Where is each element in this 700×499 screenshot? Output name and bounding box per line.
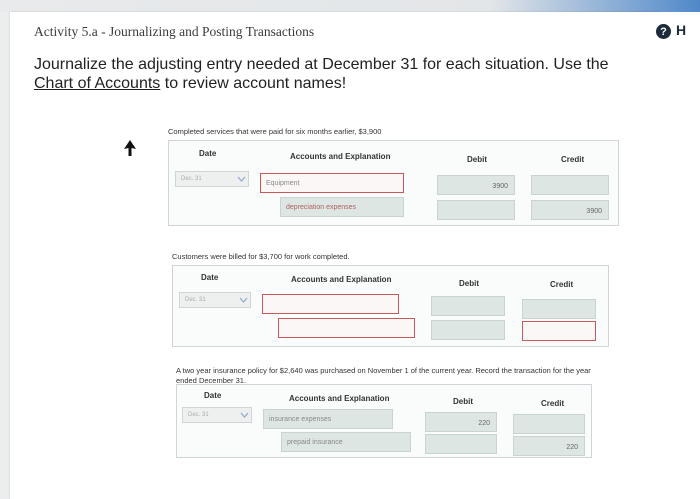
journal-table-1: Date Accounts and Explanation Debit Cred… <box>168 140 619 226</box>
credit-header: Credit <box>561 155 585 164</box>
credit-input[interactable]: 3900 <box>531 200 609 220</box>
credit-header: Credit <box>550 280 574 289</box>
date-value: Dec. 31 <box>181 176 202 182</box>
debit-input[interactable] <box>431 320 505 340</box>
instructions: Journalize the adjusting entry needed at… <box>34 55 634 93</box>
account-input[interactable]: depreciation expenses <box>280 197 404 217</box>
instruction-end: to review account names! <box>160 75 347 92</box>
activity-title: Activity 5.a - Journalizing and Posting … <box>34 24 315 39</box>
accounts-header: Accounts and Explanation <box>291 275 392 284</box>
journal-table-2: Date Accounts and Explanation Debit Cred… <box>172 265 609 347</box>
date-select[interactable]: Dec. 31 <box>175 171 249 187</box>
right-panel <box>660 12 700 499</box>
debit-input[interactable]: 220 <box>425 412 497 432</box>
account-value: depreciation expenses <box>286 204 357 211</box>
account-input[interactable]: insurance expenses <box>263 409 393 429</box>
situation-1-description: Completed services that were paid for si… <box>168 127 382 136</box>
credit-header: Credit <box>541 399 565 408</box>
debit-header: Debit <box>453 397 473 406</box>
situation-2-description: Customers were billed for $3,700 for wor… <box>172 252 350 261</box>
debit-input[interactable] <box>425 434 497 454</box>
credit-input[interactable] <box>531 175 609 195</box>
mouse-cursor-icon <box>124 140 136 156</box>
date-header: Date <box>199 149 217 158</box>
account-input[interactable] <box>262 294 399 314</box>
credit-input[interactable]: 220 <box>513 436 585 456</box>
account-value: Equipment <box>266 180 300 187</box>
credit-input[interactable] <box>522 321 596 341</box>
date-header: Date <box>204 391 222 400</box>
situation-3-description: A two year insurance policy for $2,640 w… <box>176 366 591 385</box>
debit-value: 3900 <box>492 183 508 190</box>
help-label[interactable]: H <box>676 22 686 38</box>
chevron-down-icon <box>236 408 252 422</box>
debit-header: Debit <box>467 155 487 164</box>
debit-input[interactable] <box>437 200 515 220</box>
account-input[interactable] <box>278 318 415 338</box>
debit-header: Debit <box>459 279 479 288</box>
date-header: Date <box>201 273 219 282</box>
credit-value: 220 <box>566 444 578 451</box>
credit-input[interactable] <box>522 299 596 319</box>
credit-value: 3900 <box>586 208 602 215</box>
debit-value: 220 <box>478 420 490 427</box>
journal-table-3: Date Accounts and Explanation Debit Cred… <box>176 384 592 458</box>
debit-input[interactable] <box>431 296 505 316</box>
date-select[interactable]: Dec. 31 <box>179 292 251 308</box>
chart-of-accounts-link[interactable]: Chart of Accounts <box>34 75 160 92</box>
account-input[interactable]: Equipment <box>260 173 404 193</box>
chevron-down-icon <box>233 172 249 186</box>
accounts-header: Accounts and Explanation <box>289 394 390 403</box>
credit-input[interactable] <box>513 414 585 434</box>
date-value: Dec. 31 <box>188 412 209 418</box>
browser-top-band <box>0 0 700 12</box>
instruction-text: Journalize the adjusting entry needed at… <box>34 56 609 73</box>
account-value: prepaid insurance <box>287 439 343 446</box>
date-select[interactable]: Dec. 31 <box>182 407 252 423</box>
account-input[interactable]: prepaid insurance <box>281 432 411 452</box>
help-icon[interactable]: ? <box>656 24 671 39</box>
debit-input[interactable]: 3900 <box>437 175 515 195</box>
date-value: Dec. 31 <box>185 297 206 303</box>
chevron-down-icon <box>235 293 251 307</box>
account-value: insurance expenses <box>269 416 332 423</box>
accounts-header: Accounts and Explanation <box>290 152 391 161</box>
